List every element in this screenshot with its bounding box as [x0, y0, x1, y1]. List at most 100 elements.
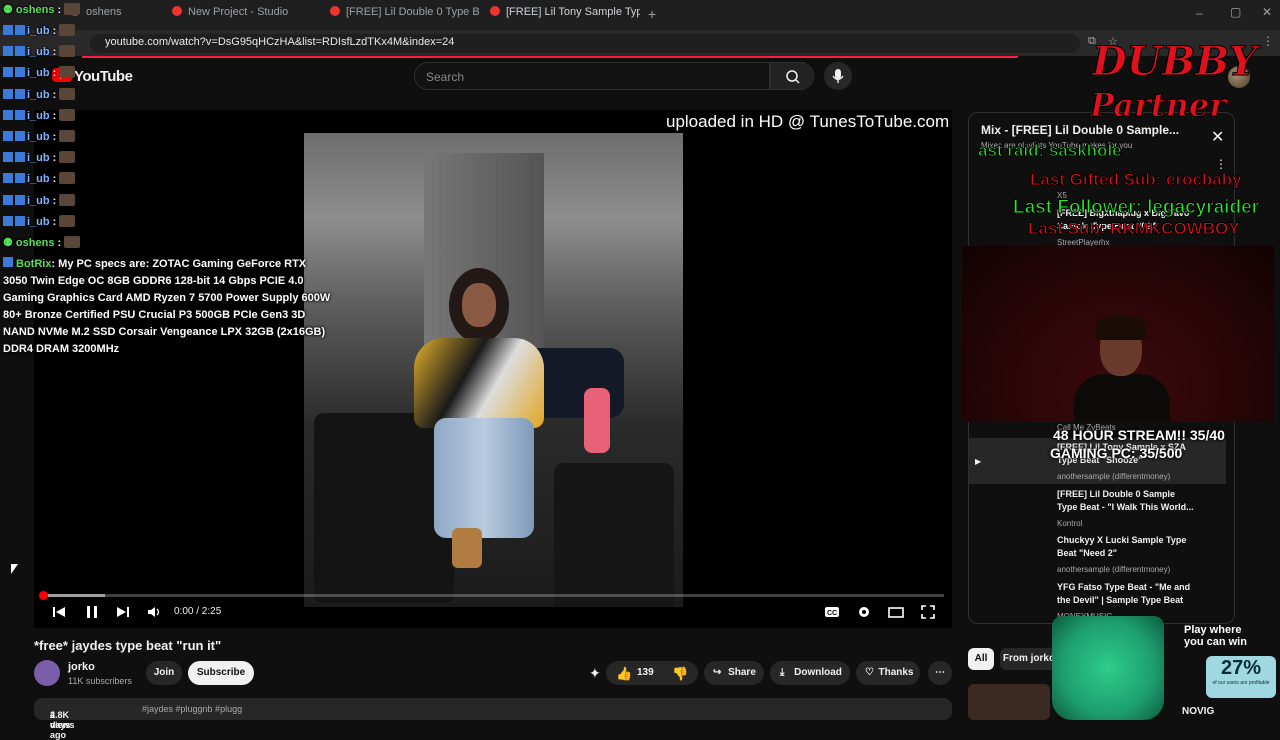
video-title: *free* jaydes type beat "run it": [34, 638, 222, 653]
chat-username: oshens: [15, 237, 55, 249]
thumbs-up-icon: 👍: [616, 666, 633, 681]
browser-tab-active[interactable]: [FREE] Lil Tony Sample Type...: [490, 6, 640, 26]
chat-message-text: : My PC specs are: ZOTAC Gaming GeForce …: [3, 258, 331, 355]
badge-icon: [3, 131, 13, 141]
frame-suitcase: [314, 413, 454, 603]
emote-icon: [59, 108, 76, 121]
subscribe-button[interactable]: Subscribe: [188, 661, 254, 685]
download-icon: ⤓: [780, 667, 785, 678]
recommended-thumbnail[interactable]: [968, 684, 1050, 720]
more-actions-button[interactable]: ⋯: [928, 661, 952, 685]
badge-icon: [3, 194, 13, 205]
close-window-icon[interactable]: ✕: [1262, 5, 1272, 19]
ad-headline-line: Play where: [1184, 624, 1242, 636]
playlist-item[interactable]: [FREE] Lil Double 0 Sample Type Beat - "…: [1057, 488, 1197, 530]
ad-headline: Play where you can win: [1184, 624, 1247, 648]
channel-name[interactable]: jorko: [68, 661, 95, 673]
emote-icon: [59, 193, 76, 206]
search-button[interactable]: [770, 62, 814, 90]
tab-label: [FREE] Lil Tony Sample Type...: [506, 6, 640, 18]
playlist-item-channel: anothersample (differentmoney): [1057, 472, 1171, 481]
scrubber-handle[interactable]: [39, 591, 48, 600]
like-button[interactable]: 👍: [616, 666, 632, 682]
captions-button[interactable]: CC: [824, 602, 840, 622]
share-button[interactable]: ↪ Share: [704, 661, 764, 685]
browser-tab[interactable]: New Project - Studio: [172, 6, 302, 26]
tab-label: oshens: [86, 6, 122, 18]
thumbs-down-icon: 👎: [672, 666, 689, 681]
theater-mode-button[interactable]: [888, 602, 904, 622]
chat-username: i_ub: [27, 194, 50, 207]
search-input[interactable]: Search: [414, 62, 770, 90]
last-sub-overlay: Last Sub: RKMKCOWBOY: [1028, 219, 1241, 239]
chat-username: i_ub: [27, 109, 50, 122]
chat-username: i_ub: [27, 25, 50, 37]
playlist-title: Mix - [FREE] Lil Double 0 Sample...: [981, 123, 1180, 137]
ad-headline-line: you can win: [1184, 636, 1247, 648]
url-text: youtube.com/watch?v=DsG95qHCzHA&list=RDI…: [105, 36, 455, 48]
chip-all[interactable]: All: [968, 648, 994, 670]
voice-search-button[interactable]: [824, 62, 852, 90]
ad-percent: 27%: [1220, 657, 1262, 679]
emote-icon: [59, 214, 76, 227]
gear-icon: [859, 607, 869, 617]
bot-chat-message: BotRix: My PC specs are: ZOTAC Gaming Ge…: [3, 256, 333, 358]
badge-icon: [15, 173, 25, 184]
badge-icon: [15, 109, 25, 120]
chat-line: ⚉ oshens :: [3, 236, 81, 254]
description-box[interactable]: 2.8K views 4 days ago #jaydes #pluggnb #…: [34, 698, 952, 740]
emote-icon: [59, 87, 76, 100]
browser-tab[interactable]: [FREE] Lil Double 0 Type Beat: [330, 6, 480, 26]
volume-button[interactable]: [146, 602, 162, 622]
next-button[interactable]: [116, 602, 130, 622]
emote-icon: [59, 172, 76, 185]
pause-button[interactable]: [84, 602, 100, 622]
browser-tab[interactable]: oshens: [70, 6, 165, 26]
join-button[interactable]: Join: [146, 661, 182, 685]
playlist-item-channel: anothersample (differentmoney): [1057, 565, 1171, 574]
more-horizontal-icon: ⋯: [935, 667, 945, 678]
search-placeholder: Search: [426, 70, 465, 84]
channel-avatar[interactable]: [34, 660, 60, 686]
last-follower-overlay: Last Follower: legacyraider: [1012, 197, 1260, 219]
share-label: Share: [728, 667, 756, 678]
subscriber-count: 11K subscribers: [68, 676, 132, 686]
streamer-webcam: [962, 246, 1274, 422]
chat-username: i_ub: [27, 131, 50, 143]
badge-icon: [15, 215, 25, 226]
badge-icon: [15, 88, 25, 99]
chat-username: i_ub: [27, 67, 50, 80]
hype-icon[interactable]: ✦: [589, 665, 601, 682]
badge-icon: [15, 194, 25, 205]
playlist-item-channel: Kontrol: [1057, 519, 1083, 528]
playlist-item[interactable]: Chuckyy X Lucki Sample Type Beat "Need 2…: [1057, 534, 1197, 576]
tab-label: [FREE] Lil Double 0 Type Beat: [346, 6, 480, 18]
video-tags[interactable]: #jaydes #pluggnb #plugg: [142, 704, 242, 714]
maximize-icon[interactable]: ▢: [1230, 5, 1241, 19]
browser-menu-icon[interactable]: ⋮: [1262, 34, 1274, 48]
thanks-button[interactable]: ♡ Thanks: [856, 661, 920, 685]
badge-icon: [15, 25, 25, 35]
download-button[interactable]: ⤓ Download: [770, 661, 850, 685]
tab-label: New Project - Studio: [188, 6, 289, 18]
progress-track[interactable]: [42, 594, 944, 597]
captions-icon: CC: [825, 607, 839, 617]
badge-icon: [15, 152, 25, 163]
minimize-icon[interactable]: –: [1196, 6, 1203, 20]
emote-icon: [59, 45, 76, 58]
settings-button[interactable]: [856, 602, 872, 622]
new-tab-icon[interactable]: +: [648, 6, 656, 22]
chat-username: oshens: [15, 4, 55, 16]
frame-boot: [452, 528, 482, 568]
emote-icon: [64, 3, 81, 15]
playlist-item-title: [FREE] Lil Double 0 Sample Type Beat - "…: [1057, 489, 1194, 512]
mod-badge-icon: ⚉: [3, 237, 16, 249]
dislike-button[interactable]: 👎: [672, 666, 688, 682]
fullscreen-button[interactable]: [920, 602, 936, 622]
chat-username: i_ub: [27, 88, 50, 101]
close-playlist-button[interactable]: ✕: [1211, 127, 1224, 147]
playlist-menu-button[interactable]: ⋮: [1215, 157, 1227, 171]
youtube-logo-text[interactable]: YouTube: [74, 68, 133, 85]
previous-button[interactable]: [52, 602, 66, 622]
chip-from-channel[interactable]: From jorko: [1000, 648, 1058, 670]
